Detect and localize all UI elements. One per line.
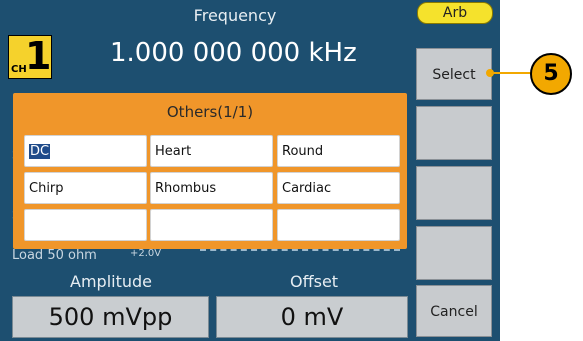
wave-option-heart[interactable]: Heart xyxy=(150,135,273,167)
peek-text: +2.0V xyxy=(130,248,162,259)
wave-option-chirp[interactable]: Chirp xyxy=(24,172,147,204)
wave-option-round[interactable]: Round xyxy=(277,135,400,167)
load-text: Load 50 ohm xyxy=(12,248,97,263)
offset-label: Offset xyxy=(290,272,339,291)
frequency-value[interactable]: 1.000 000 000 kHz xyxy=(110,38,357,68)
softkey-empty-1[interactable] xyxy=(416,106,492,160)
softkey-empty-3[interactable] xyxy=(416,226,492,280)
cancel-softkey[interactable]: Cancel xyxy=(416,285,492,337)
wave-option-empty-2[interactable] xyxy=(150,209,273,241)
amplitude-label: Amplitude xyxy=(70,272,152,291)
popup-title: Others(1/1) xyxy=(166,103,254,121)
offset-value-box[interactable]: 0 mV xyxy=(216,296,408,338)
callout-dot xyxy=(486,69,494,77)
amplitude-value-box[interactable]: 500 mVpp xyxy=(12,296,209,338)
channel-badge: CH 1 xyxy=(8,34,52,79)
wave-option-dc[interactable]: DC xyxy=(24,135,147,167)
waveform-dash xyxy=(200,249,400,255)
softkey-empty-2[interactable] xyxy=(416,166,492,220)
instrument-screen: CH 1 Frequency 1.000 000 000 kHz S S Loa… xyxy=(0,0,410,341)
callout-line xyxy=(490,72,532,74)
wave-option-empty-1[interactable] xyxy=(24,209,147,241)
wave-option-rhombus[interactable]: Rhombus xyxy=(150,172,273,204)
arb-mode-badge: Arb xyxy=(417,2,493,24)
frequency-label: Frequency xyxy=(193,6,277,25)
callout-number-badge: 5 xyxy=(530,53,572,95)
channel-number: 1 xyxy=(25,34,52,78)
wave-option-empty-3[interactable] xyxy=(277,209,400,241)
wave-option-cardiac[interactable]: Cardiac xyxy=(277,172,400,204)
select-softkey[interactable]: Select xyxy=(416,48,492,100)
others-popup: Others(1/1) DC Heart Round Chirp Rhombus… xyxy=(13,93,407,249)
wave-option-label: DC xyxy=(29,144,51,159)
